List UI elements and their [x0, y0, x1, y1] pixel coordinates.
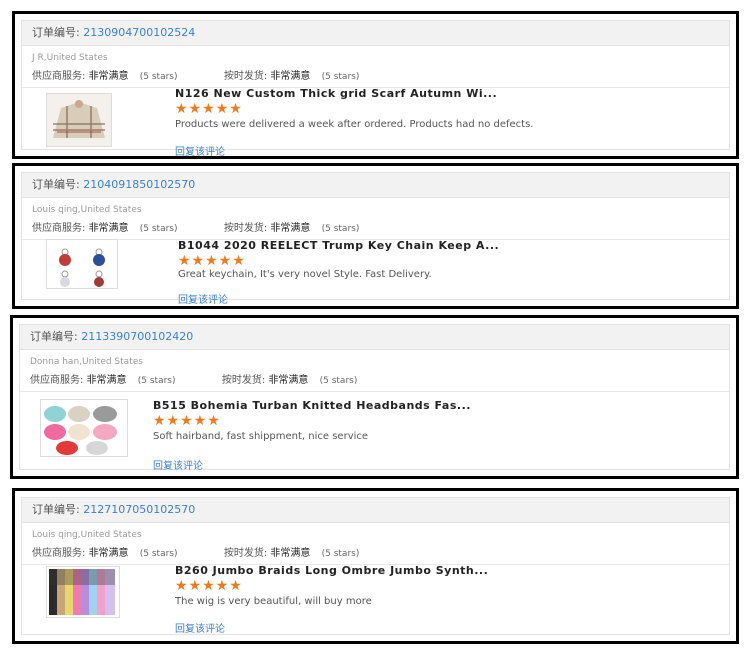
order-number-label: 订单编号:	[32, 503, 80, 516]
on-time-shipping-stars: (5 stars)	[321, 72, 360, 82]
order-header: 订单编号: 2130904700102524	[22, 21, 729, 46]
reply-link[interactable]: 回复该评论	[175, 620, 225, 635]
seller-ratings: 供应商服务: 非常满意 (5 stars) 按时发货: 非常满意 (5 star…	[22, 65, 729, 82]
review-text: The wig is very beautiful, will buy more	[175, 596, 372, 607]
product-thumbnail[interactable]	[46, 566, 120, 618]
order-number-label: 订单编号:	[30, 330, 78, 343]
seller-ratings: 供应商服务: 非常满意 (5 stars) 按时发货: 非常满意 (5 star…	[20, 369, 729, 386]
product-thumbnail[interactable]	[46, 239, 118, 289]
order-header: 订单编号: 2113390700102420	[20, 325, 729, 350]
supplier-service-value: 非常满意	[88, 548, 129, 559]
on-time-shipping-label: 按时发货:	[221, 375, 266, 386]
rating-stars-icon: ★★★★★	[175, 578, 243, 594]
supplier-service-stars: (5 stars)	[137, 376, 176, 386]
on-time-shipping-value: 非常满意	[270, 71, 311, 82]
review-text: Soft hairband, fast shippment, nice serv…	[153, 431, 369, 442]
review-panel: 订单编号: 2127107050102570 Louis qing,United…	[21, 497, 730, 635]
rating-stars-icon: ★★★★★	[153, 413, 221, 429]
on-time-shipping-stars: (5 stars)	[321, 224, 360, 234]
on-time-shipping-value: 非常满意	[268, 375, 309, 386]
order-number-label: 订单编号:	[32, 178, 80, 191]
supplier-service-label: 供应商服务:	[32, 548, 86, 559]
product-thumbnail[interactable]	[40, 399, 128, 457]
supplier-service-label: 供应商服务:	[30, 375, 84, 386]
order-header: 订单编号: 2127107050102570	[22, 498, 729, 523]
supplier-service-stars: (5 stars)	[139, 224, 178, 234]
product-title[interactable]: B1044 2020 REELECT Trump Key Chain Keep …	[178, 239, 499, 252]
product-title[interactable]: N126 New Custom Thick grid Scarf Autumn …	[175, 87, 497, 100]
supplier-service-value: 非常满意	[88, 223, 129, 234]
reply-link[interactable]: 回复该评论	[175, 143, 225, 158]
reply-link[interactable]: 回复该评论	[178, 291, 228, 306]
supplier-service-label: 供应商服务:	[32, 71, 86, 82]
on-time-shipping-stars: (5 stars)	[321, 549, 360, 559]
order-number[interactable]: 2127107050102570	[83, 503, 195, 516]
on-time-shipping-label: 按时发货:	[223, 71, 268, 82]
divider	[20, 391, 729, 392]
on-time-shipping-value: 非常满意	[270, 548, 311, 559]
product-title[interactable]: B260 Jumbo Braids Long Ombre Jumbo Synth…	[175, 564, 488, 577]
on-time-shipping-label: 按时发货:	[223, 548, 268, 559]
seller-ratings: 供应商服务: 非常满意 (5 stars) 按时发货: 非常满意 (5 star…	[22, 542, 729, 559]
buyer-name: Louis qing,United States	[32, 530, 142, 540]
rating-stars-icon: ★★★★★	[178, 253, 246, 269]
on-time-shipping-value: 非常满意	[270, 223, 311, 234]
order-number[interactable]: 2104091850102570	[83, 178, 195, 191]
on-time-shipping-label: 按时发货:	[223, 223, 268, 234]
review-card: 订单编号: 2113390700102420 Donna han,United …	[10, 315, 739, 479]
supplier-service-value: 非常满意	[88, 71, 129, 82]
order-header: 订单编号: 2104091850102570	[22, 173, 729, 198]
on-time-shipping-stars: (5 stars)	[319, 376, 358, 386]
product-thumbnail[interactable]	[46, 93, 112, 147]
review-panel: 订单编号: 2113390700102420 Donna han,United …	[19, 324, 730, 472]
seller-ratings: 供应商服务: 非常满意 (5 stars) 按时发货: 非常满意 (5 star…	[22, 217, 729, 234]
order-number[interactable]: 2130904700102524	[83, 26, 195, 39]
review-card: 订单编号: 2127107050102570 Louis qing,United…	[12, 488, 739, 644]
supplier-service-stars: (5 stars)	[139, 72, 178, 82]
buyer-name: Donna han,United States	[30, 357, 143, 367]
order-number[interactable]: 2113390700102420	[81, 330, 193, 343]
buyer-name: J R,United States	[32, 53, 108, 63]
supplier-service-label: 供应商服务:	[32, 223, 86, 234]
review-panel: 订单编号: 2104091850102570 Louis qing,United…	[21, 172, 730, 306]
review-card: 订单编号: 2130904700102524 J R,United States…	[12, 11, 739, 159]
buyer-name: Louis qing,United States	[32, 205, 142, 215]
supplier-service-stars: (5 stars)	[139, 549, 178, 559]
review-text: Products were delivered a week after ord…	[175, 119, 534, 130]
review-panel: 订单编号: 2130904700102524 J R,United States…	[21, 20, 730, 158]
review-card: 订单编号: 2104091850102570 Louis qing,United…	[12, 163, 739, 309]
reply-link[interactable]: 回复该评论	[153, 457, 203, 472]
product-title[interactable]: B515 Bohemia Turban Knitted Headbands Fa…	[153, 399, 471, 412]
order-number-label: 订单编号:	[32, 26, 80, 39]
supplier-service-value: 非常满意	[86, 375, 127, 386]
rating-stars-icon: ★★★★★	[175, 101, 243, 117]
review-text: Great keychain, It's very novel Style. F…	[178, 269, 432, 280]
